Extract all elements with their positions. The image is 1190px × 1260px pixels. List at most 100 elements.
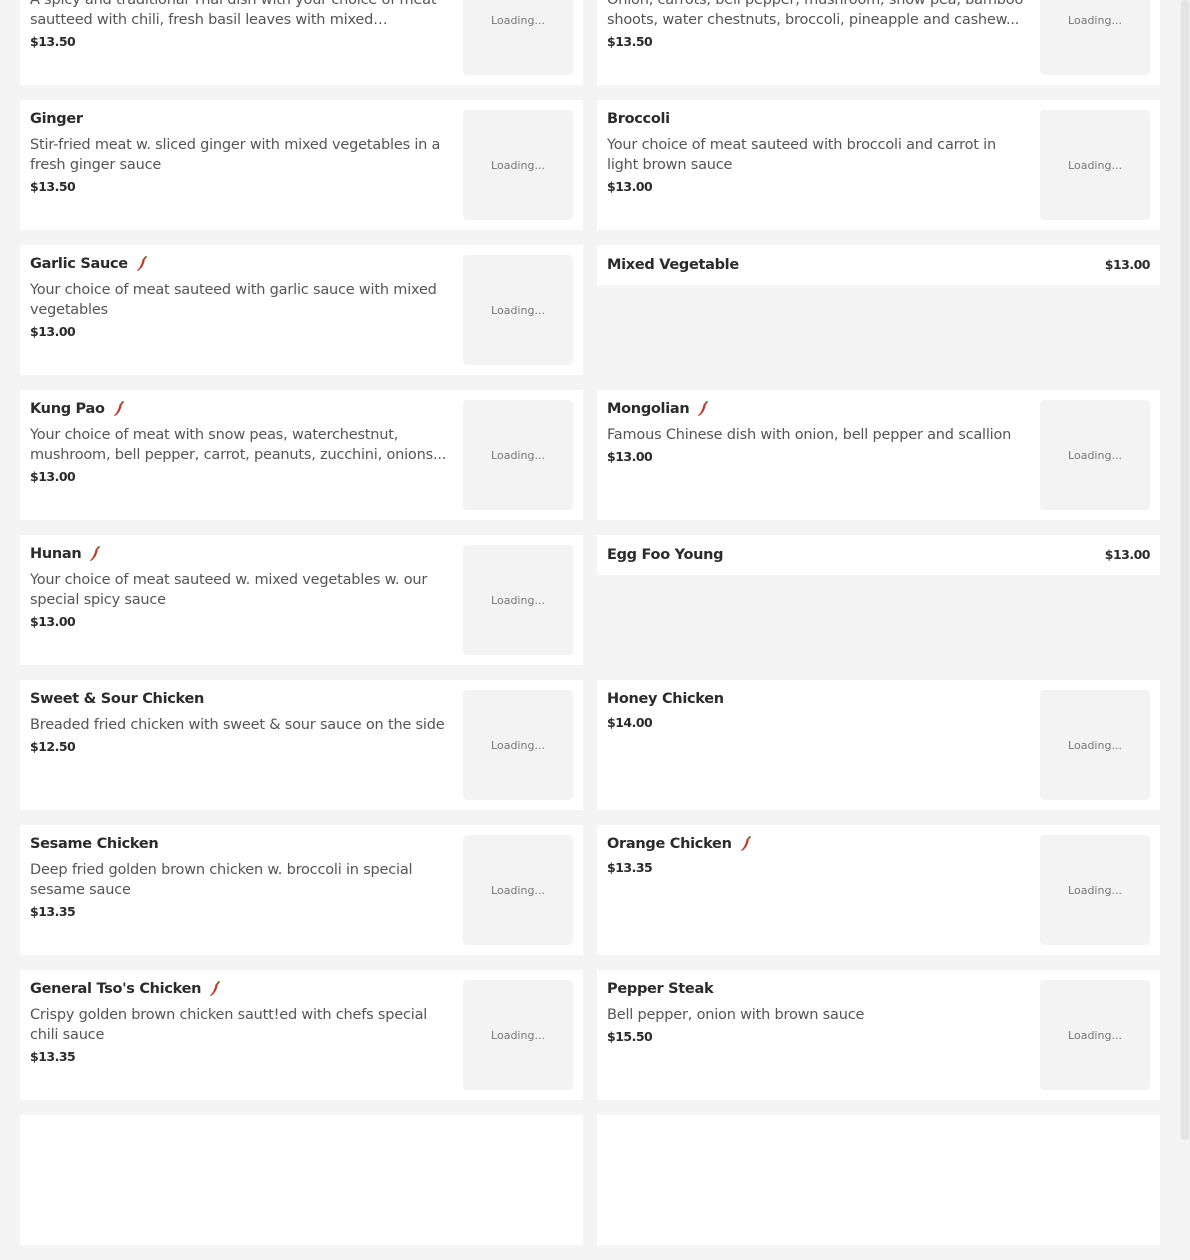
menu-item-description: Your choice of meat sauteed with broccol… [607,137,996,173]
menu-item-price: $15.50 [607,1029,653,1044]
menu-item-name: Egg Foo Young [607,547,724,563]
menu-item-text: Sweet & Sour Chicken Breaded fried chick… [30,689,450,754]
menu-item-price: $13.00 [607,179,653,194]
menu-item-price: $13.00 [30,324,76,339]
menu-page: A spicy and traditional Thai dish with y… [0,0,1190,1245]
menu-item-description: Deep fried golden brown chicken w. brocc… [30,862,413,898]
menu-item-description: Famous Chinese dish with onion, bell pep… [607,427,1012,443]
menu-item-image-placeholder: Loading... [463,835,573,945]
menu-item-image-placeholder: Loading... [1040,400,1150,510]
menu-item-image-placeholder: Loading... [463,400,573,510]
menu-item-price: $13.50 [30,179,76,194]
menu-item-price: $13.35 [30,904,76,919]
menu-item-text: Pepper Steak Bell pepper, onion with bro… [607,979,1027,1044]
menu-item-description: A spicy and traditional Thai dish with y… [30,0,437,28]
chili-pepper-icon [113,401,124,416]
menu-item-price: $13.00 [30,614,76,629]
menu-item-text: General Tso's Chicken Crispy golden brow… [30,979,450,1064]
menu-column-right: Onion, carrots, bell pepper, mushroom, s… [597,0,1160,1260]
menu-item-name: Mixed Vegetable [607,257,739,273]
menu-item-name: Kung Pao [30,399,450,419]
menu-item-price: $13.00 [1104,257,1151,272]
menu-item-card[interactable] [597,1115,1160,1245]
menu-item-price: $13.00 [30,469,76,484]
menu-item-description: Onion, carrots, bell pepper, mushroom, s… [607,0,1024,28]
menu-item-text: Sesame Chicken Deep fried golden brown c… [30,834,450,919]
menu-item-card[interactable]: Garlic Sauce Your choice of meat sauteed… [20,245,583,375]
menu-item-name: General Tso's Chicken [30,979,450,999]
menu-item-name: Broccoli [607,111,670,127]
menu-item-price: $13.35 [30,1049,76,1064]
menu-item-image-placeholder: Loading... [1040,835,1150,945]
menu-item-card[interactable]: Honey Chicken $14.00 Loading... [597,680,1160,810]
menu-item-text: Garlic Sauce Your choice of meat sauteed… [30,254,450,339]
menu-item-price: $14.00 [607,715,653,730]
menu-item-image-placeholder: Loading... [463,545,573,655]
menu-item-image-placeholder: Loading... [463,110,573,220]
menu-item-name: Ginger [30,111,83,127]
menu-item-name: Honey Chicken [607,691,724,707]
menu-item-card[interactable]: Pepper Steak Bell pepper, onion with bro… [597,970,1160,1100]
menu-item-image-placeholder: Loading... [1040,690,1150,800]
menu-item-text: Egg Foo Young [607,545,1027,565]
menu-item-text: Ginger Stir-fried meat w. sliced ginger … [30,109,450,194]
chili-pepper-icon [740,836,751,851]
page-scrollbar[interactable] [1180,0,1190,1140]
menu-item-name: Hunan [30,544,450,564]
chili-pepper-icon [90,546,101,561]
chili-pepper-icon [698,401,709,416]
menu-item-text: Onion, carrots, bell pepper, mushroom, s… [607,0,1027,49]
menu-item-card-compact[interactable]: Egg Foo Young $13.00 [597,535,1160,575]
menu-item-card[interactable]: Hunan Your choice of meat sauteed w. mix… [20,535,583,665]
scrollbar-thumb[interactable] [1181,0,1189,1140]
menu-item-text: Mongolian Famous Chinese dish with onion… [607,399,1027,464]
menu-item-price: $13.00 [1104,547,1151,562]
menu-item-card[interactable]: Onion, carrots, bell pepper, mushroom, s… [597,0,1160,85]
menu-item-description: Your choice of meat with snow peas, wate… [30,427,447,463]
menu-column-left: A spicy and traditional Thai dish with y… [20,0,583,1260]
menu-item-card[interactable]: Sweet & Sour Chicken Breaded fried chick… [20,680,583,810]
menu-item-card[interactable]: Kung Pao Your choice of meat with snow p… [20,390,583,520]
menu-item-card[interactable]: Broccoli Your choice of meat sauteed wit… [597,100,1160,230]
menu-item-image-placeholder: Loading... [463,255,573,365]
menu-item-image-placeholder: Loading... [463,690,573,800]
menu-item-card[interactable]: General Tso's Chicken Crispy golden brow… [20,970,583,1100]
menu-item-card-compact[interactable]: Mixed Vegetable $13.00 [597,245,1160,285]
menu-item-price: $13.35 [607,860,653,875]
menu-item-image-placeholder: Loading... [1040,0,1150,75]
menu-item-card[interactable]: Ginger Stir-fried meat w. sliced ginger … [20,100,583,230]
menu-item-card[interactable]: Sesame Chicken Deep fried golden brown c… [20,825,583,955]
menu-item-card[interactable]: Orange Chicken $13.35 Loading... [597,825,1160,955]
menu-item-description: Stir-fried meat w. sliced ginger with mi… [30,137,441,173]
menu-item-card[interactable]: A spicy and traditional Thai dish with y… [20,0,583,85]
menu-item-image-placeholder: Loading... [463,0,573,75]
menu-item-price: $13.50 [30,34,76,49]
menu-item-name: Pepper Steak [607,981,714,997]
menu-item-description: Bell pepper, onion with brown sauce [607,1007,865,1023]
chili-pepper-icon [136,256,147,271]
menu-item-text: Mixed Vegetable [607,255,1027,275]
menu-item-text: Kung Pao Your choice of meat with snow p… [30,399,450,484]
menu-item-card[interactable]: Mongolian Famous Chinese dish with onion… [597,390,1160,520]
menu-item-text: Orange Chicken $13.35 [607,834,1027,875]
menu-item-price: $13.50 [607,34,653,49]
chili-pepper-icon [210,981,221,996]
menu-item-name: Garlic Sauce [30,254,450,274]
menu-item-image-placeholder: Loading... [463,980,573,1090]
menu-item-price: $12.50 [30,739,76,754]
menu-item-card[interactable] [20,1115,583,1245]
menu-item-image-placeholder: Loading... [1040,980,1150,1090]
menu-item-name: Sweet & Sour Chicken [30,691,205,707]
menu-item-description: Breaded fried chicken with sweet & sour … [30,717,445,733]
menu-item-image-placeholder: Loading... [1040,110,1150,220]
menu-item-description: Crispy golden brown chicken sautt!ed wit… [30,1007,428,1043]
menu-item-name: Orange Chicken [607,834,1027,854]
menu-item-text: Honey Chicken $14.00 [607,689,1027,730]
menu-item-text: Broccoli Your choice of meat sauteed wit… [607,109,1027,194]
menu-item-text: Hunan Your choice of meat sauteed w. mix… [30,544,450,629]
menu-item-name: Mongolian [607,399,1027,419]
menu-item-text: A spicy and traditional Thai dish with y… [30,0,450,49]
menu-item-description: Your choice of meat sauteed with garlic … [30,282,437,318]
menu-item-description: Your choice of meat sauteed w. mixed veg… [30,572,428,608]
menu-item-name: Sesame Chicken [30,836,159,852]
